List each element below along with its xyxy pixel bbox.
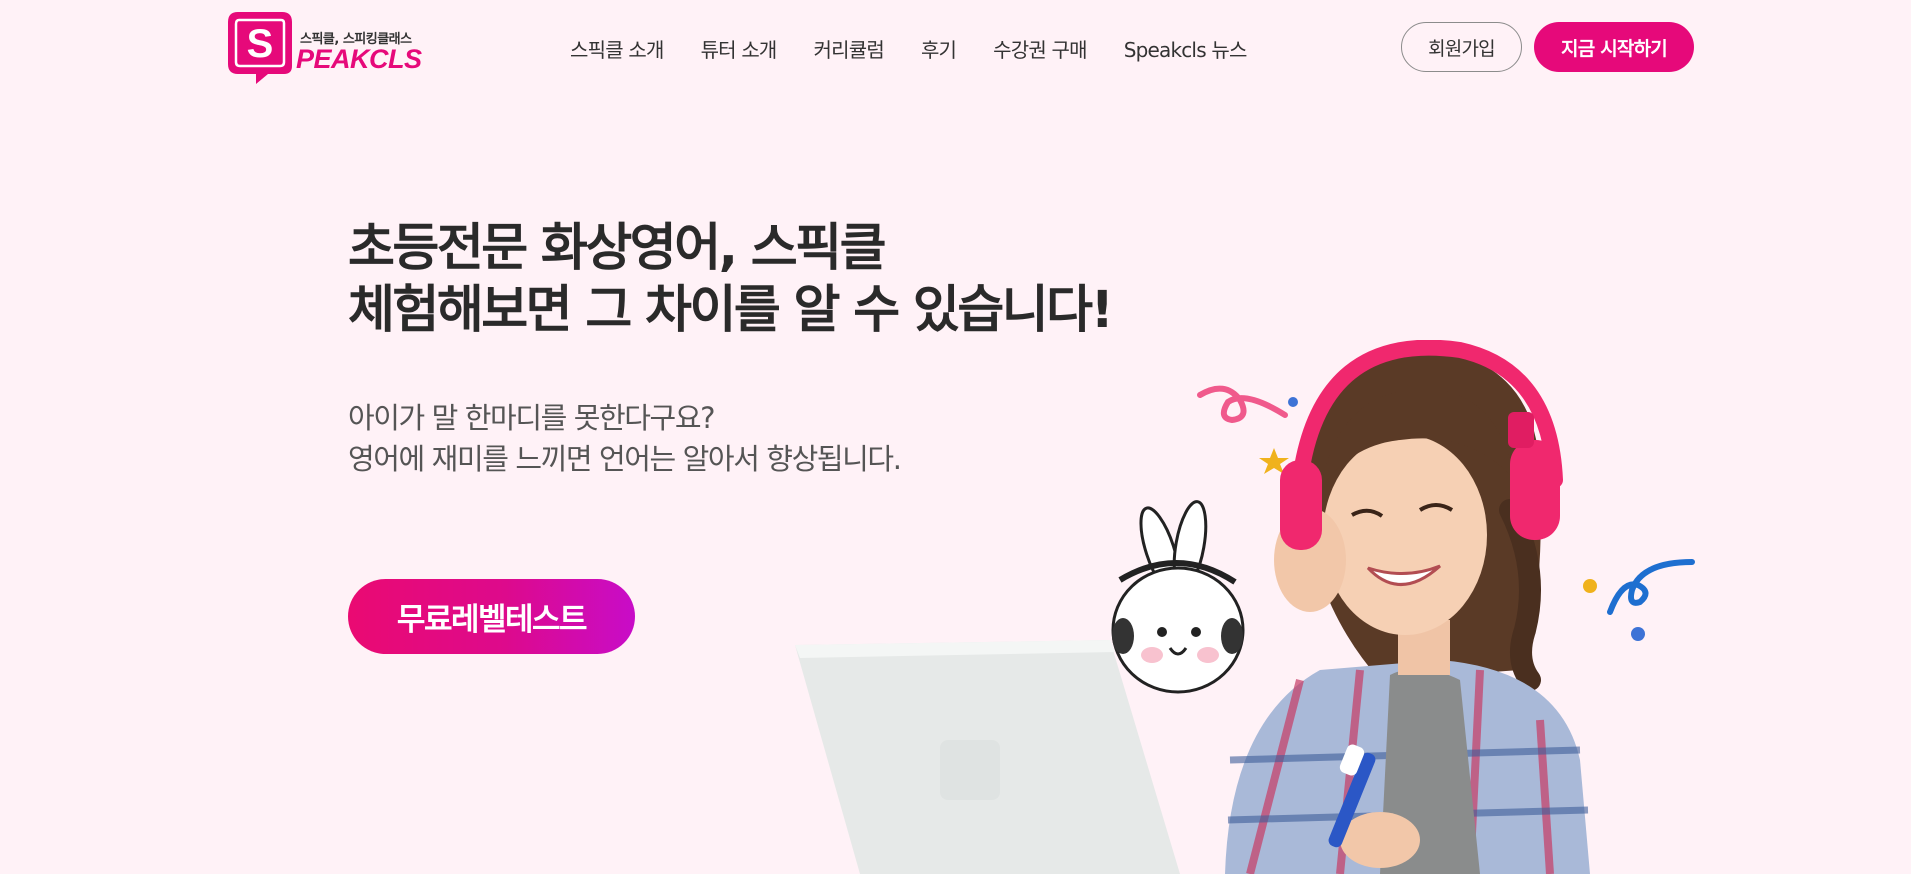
laptop-illustration xyxy=(795,640,1180,874)
signup-button[interactable]: 회원가입 xyxy=(1401,22,1522,72)
hero-title-line-2: 체험해보면 그 차이를 알 수 있습니다! xyxy=(348,281,1114,340)
start-now-button[interactable]: 지금 시작하기 xyxy=(1534,22,1694,72)
nav-item-curriculum[interactable]: 커리큘럼 xyxy=(814,34,885,63)
speech-bubble-s-icon: S xyxy=(228,12,292,84)
logo-wordmark: PEAKCLS xyxy=(296,44,422,74)
hero-illustration xyxy=(795,340,1695,874)
nav-item-about[interactable]: 스픽클 소개 xyxy=(570,34,664,63)
hero-title-line-1: 초등전문 화상영어, 스픽클 xyxy=(348,219,887,278)
logo[interactable]: S 스픽클, 스피킹클래스 PEAKCLS xyxy=(226,10,426,86)
nav-item-purchase[interactable]: 수강권 구매 xyxy=(993,34,1087,63)
rabbit-mascot xyxy=(1111,500,1245,694)
free-level-test-button[interactable]: 무료레벨테스트 xyxy=(348,579,635,654)
svg-text:S: S xyxy=(247,22,274,66)
nav-item-news[interactable]: Speakcls 뉴스 xyxy=(1124,34,1248,63)
main-nav: 스픽클 소개 튜터 소개 커리큘럼 후기 수강권 구매 Speakcls 뉴스 xyxy=(570,34,1284,63)
site-header: S 스픽클, 스피킹클래스 PEAKCLS 스픽클 소개 튜터 소개 커리큘럼 … xyxy=(0,0,1911,96)
hero-title: 초등전문 화상영어, 스픽클 체험해보면 그 차이를 알 수 있습니다! xyxy=(348,218,1114,342)
nav-item-reviews[interactable]: 후기 xyxy=(921,34,957,63)
girl-with-headphones xyxy=(1225,340,1590,874)
nav-item-tutors[interactable]: 튜터 소개 xyxy=(701,34,778,63)
